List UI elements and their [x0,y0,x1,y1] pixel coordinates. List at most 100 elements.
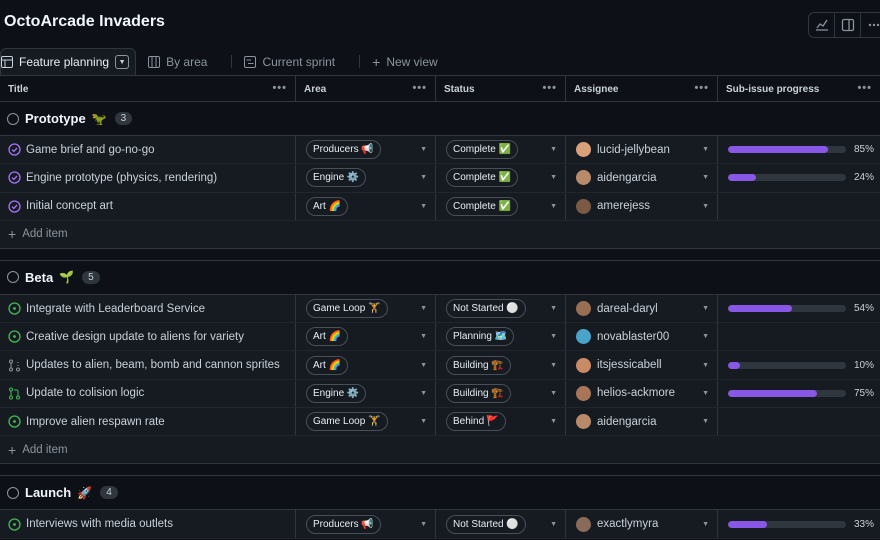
area-cell[interactable]: Art 🌈 ▼ [296,192,436,220]
chevron-down-icon[interactable]: ▼ [420,174,427,181]
status-pill[interactable]: Not Started ⚪ [446,299,526,319]
title-cell[interactable]: Creative design update to aliens for var… [0,323,296,351]
status-cell[interactable]: Complete ✅ ▼ [436,164,566,192]
title-cell[interactable]: Engine prototype (physics, rendering) [0,164,296,192]
chevron-down-icon[interactable]: ▼ [420,203,427,210]
chevron-down-icon[interactable]: ▼ [550,362,557,369]
status-cell[interactable]: Complete ✅ ▼ [436,192,566,220]
status-cell[interactable]: Not Started ⚪ ▼ [436,510,566,538]
chevron-down-icon[interactable]: ▼ [550,203,557,210]
chevron-down-icon[interactable]: ▼ [550,390,557,397]
assignee-cell[interactable]: aidengarcia ▼ [566,164,718,192]
status-cell[interactable]: Complete ✅ ▼ [436,136,566,164]
area-cell[interactable]: Producers 📢 ▼ [296,510,436,538]
table-row[interactable]: Game brief and go-no-go Producers 📢 ▼ Compl… [0,136,880,165]
sidebar-panel-icon[interactable] [835,13,861,37]
table-row[interactable]: Updates to alien, beam, bomb and cannon … [0,351,880,380]
area-cell[interactable]: Game Loop 🏋️ ▼ [296,294,436,323]
table-row[interactable]: Integrate with Leaderboard Service Game L… [0,294,880,324]
add-item-button[interactable]: + Add item [0,220,880,249]
area-pill[interactable]: Art 🌈 [306,355,349,375]
status-pill[interactable]: Building 🏗️ [446,355,511,375]
item-title[interactable]: Update to colision logic [26,387,144,399]
item-title[interactable]: Improve alien respawn rate [26,416,165,428]
new-view-button[interactable]: + New view [372,48,450,75]
chevron-down-icon[interactable]: ▼ [702,390,709,397]
chevron-down-icon[interactable]: ▼ [702,521,709,528]
column-header-status[interactable]: Status ••• [436,76,566,102]
chevron-down-icon[interactable]: ▼ [420,362,427,369]
area-pill[interactable]: Art 🌈 [306,327,349,347]
column-menu-icon[interactable]: ••• [857,82,872,94]
item-title[interactable]: Game brief and go-no-go [26,144,155,156]
item-title[interactable]: Engine prototype (physics, rendering) [26,172,217,184]
status-cell[interactable]: Not Started ⚪ ▼ [436,294,566,323]
column-header-assignee[interactable]: Assignee ••• [566,76,718,102]
column-header-progress[interactable]: Sub-issue progress ••• [718,76,880,102]
assignee-name[interactable]: amerejess [597,200,650,212]
chevron-down-icon[interactable]: ▼ [550,521,557,528]
column-header-title[interactable]: Title ••• [0,76,296,102]
assignee-name[interactable]: aidengarcia [597,172,656,184]
table-row[interactable]: Engine prototype (physics, rendering) Eng… [0,164,880,193]
add-item-button[interactable]: + Add item [0,436,880,465]
assignee-cell[interactable]: lucid-jellybean ▼ [566,136,718,164]
table-row[interactable]: Update to colision logic Engine ⚙️ ▼ Buildi… [0,379,880,409]
chevron-down-icon[interactable]: ▼ [420,390,427,397]
item-title[interactable]: Creative design update to aliens for var… [26,331,244,343]
chevron-down-icon[interactable]: ▼ [702,305,709,312]
table-row[interactable]: Creative design update to aliens for var… [0,323,880,352]
area-pill[interactable]: Producers 📢 [306,140,381,160]
group-header[interactable]: Launch 🚀 4 [0,476,880,511]
chevron-down-icon[interactable]: ▼ [420,418,427,425]
chevron-down-icon[interactable]: ▼ [702,203,709,210]
chevron-down-icon[interactable]: ▼ [702,174,709,181]
status-cell[interactable]: Behind 🚩 ▼ [436,408,566,436]
assignee-name[interactable]: helios-ackmore [597,387,675,399]
title-cell[interactable]: Updates to alien, beam, bomb and cannon … [0,351,296,379]
status-cell[interactable]: Building 🏗️ ▼ [436,379,566,408]
chevron-down-icon[interactable]: ▼ [420,521,427,528]
assignee-name[interactable]: exactlymyra [597,518,658,530]
chevron-down-icon[interactable]: ▼ [702,418,709,425]
title-cell[interactable]: Game brief and go-no-go [0,136,296,164]
table-row[interactable]: Improve alien respawn rate Game Loop 🏋️ ▼ B… [0,408,880,437]
area-cell[interactable]: Producers 📢 ▼ [296,136,436,164]
status-pill[interactable]: Behind 🚩 [446,412,507,432]
area-cell[interactable]: Art 🌈 ▼ [296,323,436,351]
status-pill[interactable]: Not Started ⚪ [446,514,526,534]
item-title[interactable]: Initial concept art [26,200,113,212]
area-pill[interactable]: Engine ⚙️ [306,168,367,188]
assignee-name[interactable]: itsjessicabell [597,359,662,371]
chevron-down-icon[interactable]: ▼ [550,146,557,153]
area-cell[interactable]: Game Loop 🏋️ ▼ [296,408,436,436]
column-menu-icon[interactable]: ••• [694,82,709,94]
chevron-down-icon[interactable]: ▼ [550,418,557,425]
column-menu-icon[interactable]: ••• [412,82,427,94]
status-pill[interactable]: Complete ✅ [446,196,519,216]
status-cell[interactable]: Building 🏗️ ▼ [436,351,566,379]
status-pill[interactable]: Building 🏗️ [446,383,511,403]
tab-by-area[interactable]: By area [136,48,219,75]
title-cell[interactable]: Improve alien respawn rate [0,408,296,436]
assignee-name[interactable]: lucid-jellybean [597,144,670,156]
chevron-down-icon[interactable]: ▼ [550,174,557,181]
status-pill[interactable]: Planning 🗺️ [446,327,515,347]
table-row[interactable]: Initial concept art Art 🌈 ▼ Complete ✅ ▼ amer… [0,192,880,221]
item-title[interactable]: Integrate with Leaderboard Service [26,303,205,315]
chart-icon[interactable] [809,13,835,37]
title-cell[interactable]: Initial concept art [0,192,296,220]
status-pill[interactable]: Complete ✅ [446,140,519,160]
chevron-down-icon[interactable]: ▼ [702,333,709,340]
column-menu-icon[interactable]: ••• [272,82,287,94]
assignee-cell[interactable]: amerejess ▼ [566,192,718,220]
tab-current-sprint[interactable]: Current sprint [244,48,347,75]
assignee-cell[interactable]: helios-ackmore ▼ [566,379,718,408]
area-pill[interactable]: Game Loop 🏋️ [306,299,388,319]
title-cell[interactable]: Integrate with Leaderboard Service [0,294,296,323]
table-row[interactable]: Interviews with media outlets Producers 📢… [0,510,880,539]
title-cell[interactable]: Update to colision logic [0,379,296,408]
assignee-cell[interactable]: exactlymyra ▼ [566,510,718,538]
title-cell[interactable]: Interviews with media outlets [0,510,296,538]
area-cell[interactable]: Engine ⚙️ ▼ [296,164,436,192]
